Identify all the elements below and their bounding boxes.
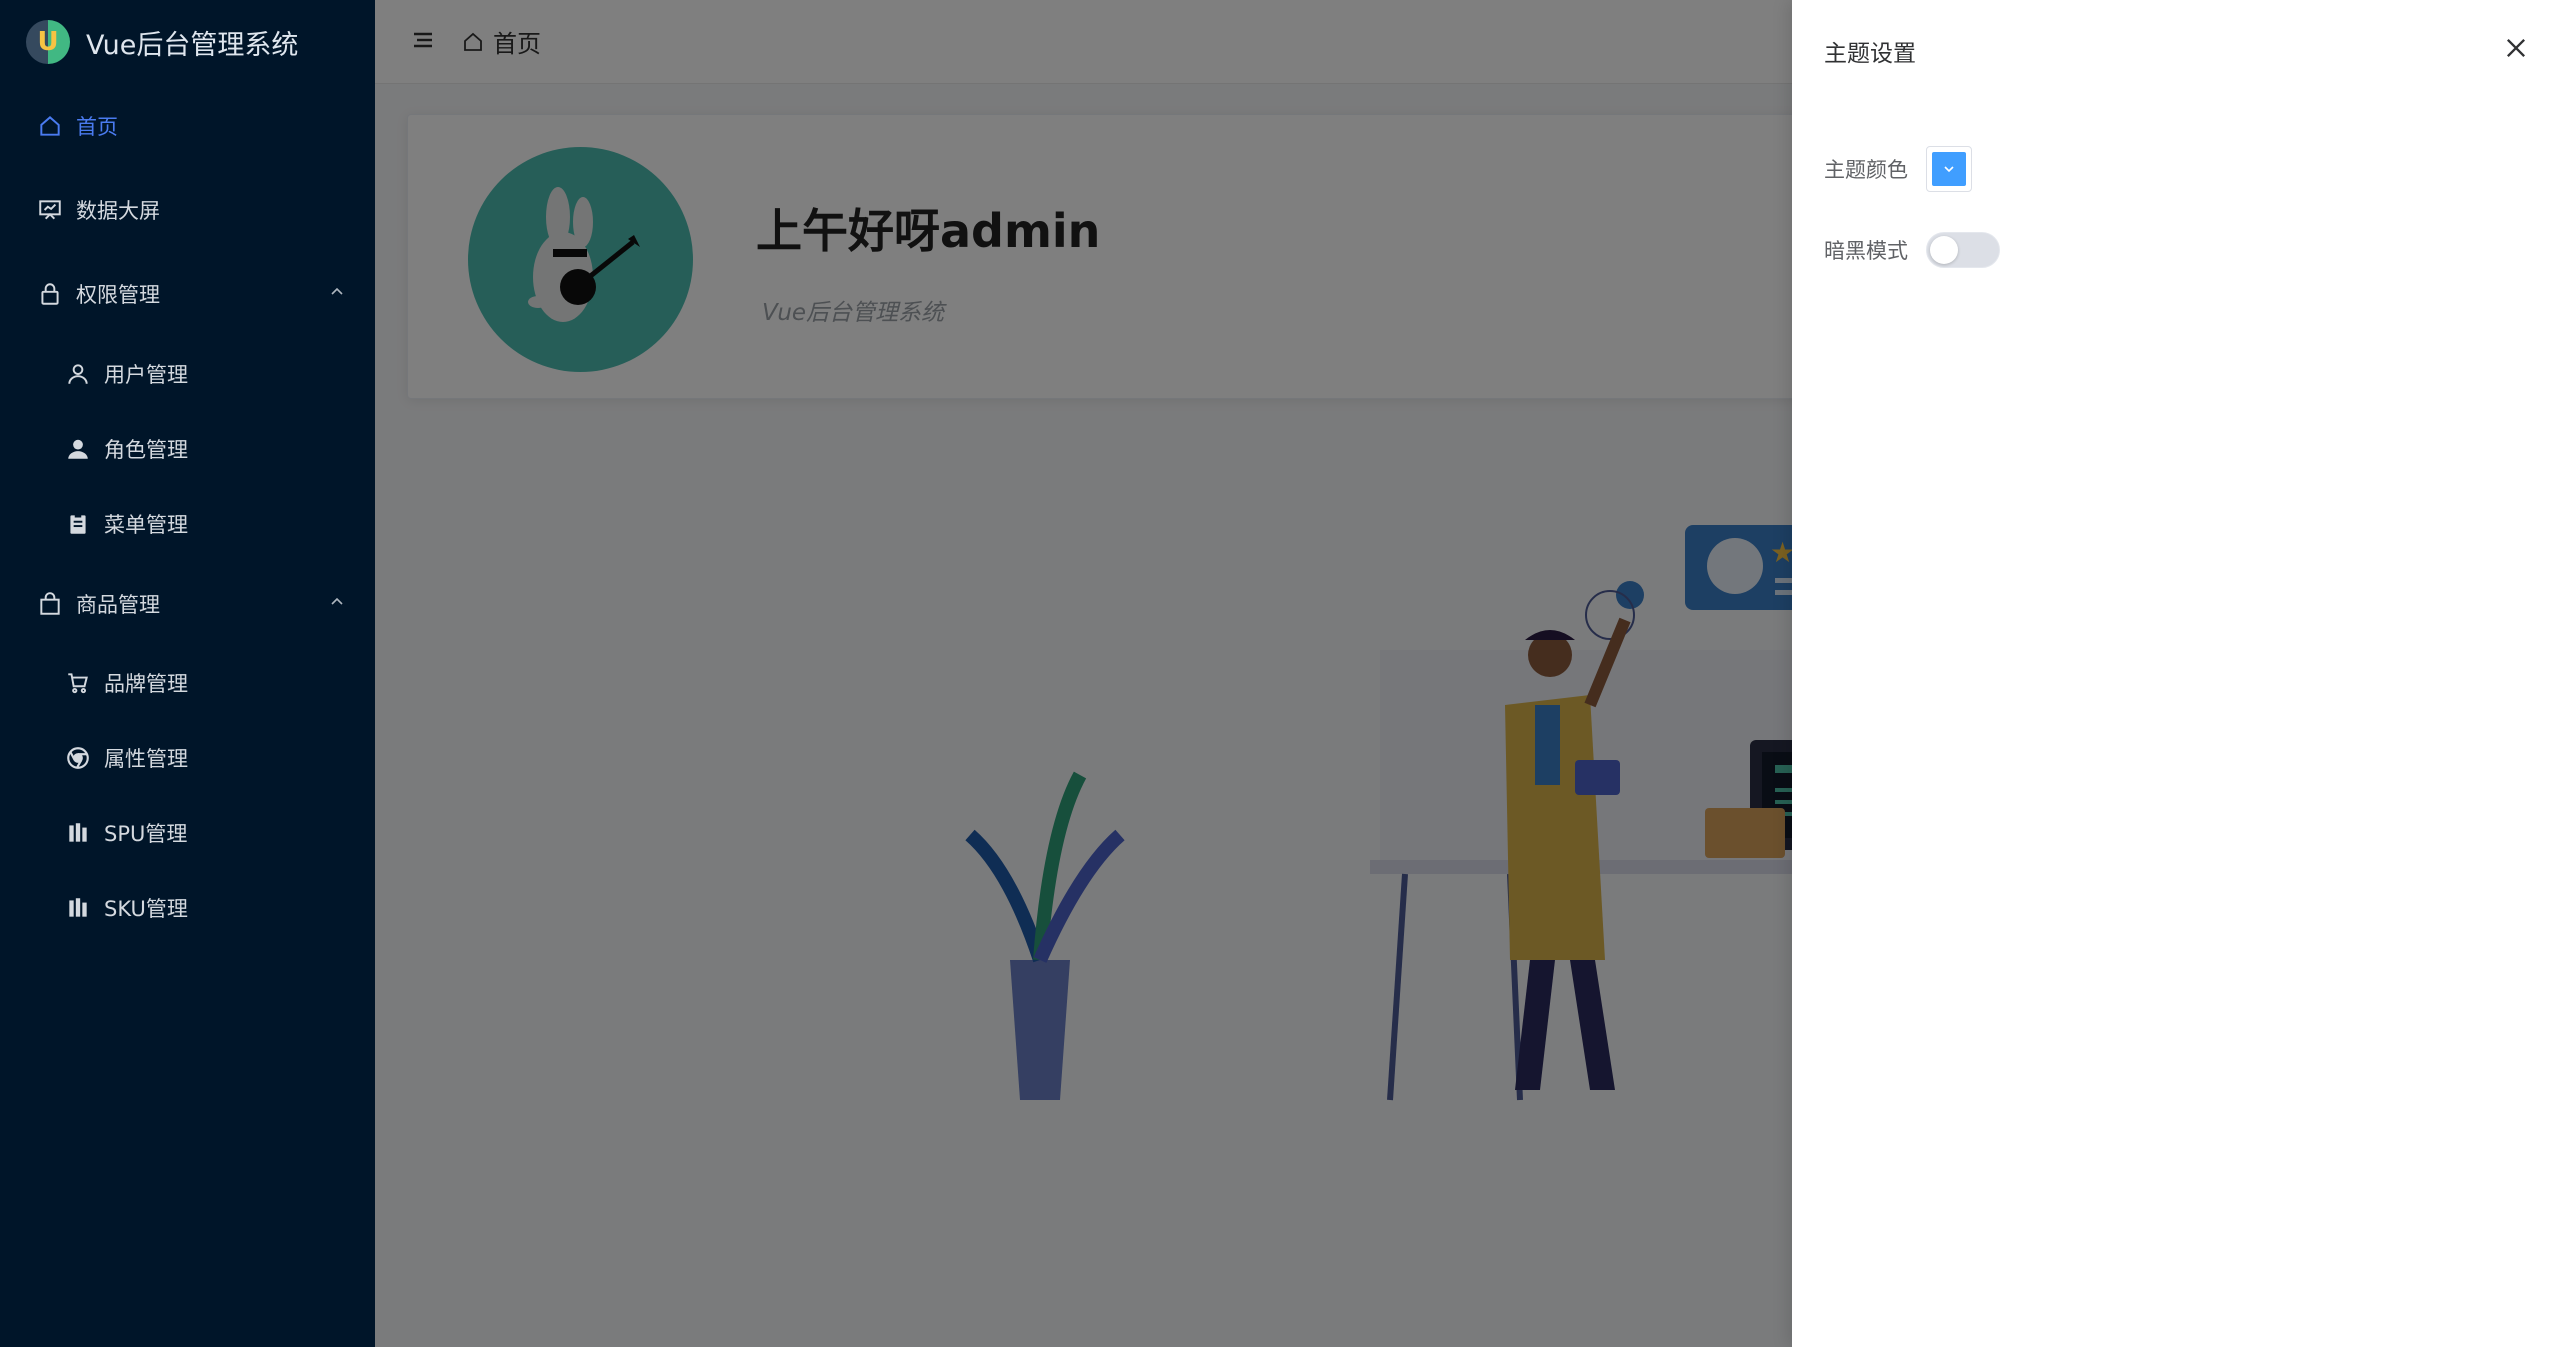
logo[interactable]: U Vue后台管理系统 xyxy=(26,18,298,66)
app-root: U Vue后台管理系统 首页 数据大屏 权限管理 用户管理 角色管理 菜单管理 … xyxy=(0,0,2560,1347)
sidebar-item-data-screen[interactable]: 数据大屏 xyxy=(0,180,375,240)
close-icon[interactable] xyxy=(2502,34,2530,62)
bar-chart-icon xyxy=(64,894,92,922)
dark-mode-label: 暗黑模式 xyxy=(1824,239,1908,263)
sidebar-item-role[interactable]: 角色管理 xyxy=(0,419,375,479)
sidebar-item-menu[interactable]: 菜单管理 xyxy=(0,494,375,554)
sidebar-item-sku[interactable]: SKU管理 xyxy=(0,878,375,938)
theme-color-label: 主题颜色 xyxy=(1824,158,1908,182)
sidebar-item-label: 首页 xyxy=(76,115,118,139)
sidebar-item-user[interactable]: 用户管理 xyxy=(0,344,375,404)
dark-mode-switch[interactable] xyxy=(1926,232,2000,268)
sidebar-item-label: 品牌管理 xyxy=(104,672,188,696)
drawer-title: 主题设置 xyxy=(1824,41,1916,67)
lock-icon xyxy=(36,280,64,308)
chevron-up-icon xyxy=(331,287,343,295)
sidebar-item-label: 角色管理 xyxy=(104,438,188,462)
clipboard-icon xyxy=(64,510,92,538)
sidebar-item-label: 商品管理 xyxy=(76,593,160,617)
sidebar-item-label: 属性管理 xyxy=(104,747,188,771)
role-icon xyxy=(64,435,92,463)
sidebar-item-label: 数据大屏 xyxy=(76,199,160,223)
app-title: Vue后台管理系统 xyxy=(86,29,299,61)
sidebar-item-permission[interactable]: 权限管理 xyxy=(0,264,375,324)
cart-icon xyxy=(64,669,92,697)
sidebar-item-label: SKU管理 xyxy=(104,897,188,921)
bar-chart-icon xyxy=(64,819,92,847)
color-swatch xyxy=(1932,152,1966,186)
sidebar: U Vue后台管理系统 首页 数据大屏 权限管理 用户管理 角色管理 菜单管理 … xyxy=(0,0,375,1347)
user-icon xyxy=(64,360,92,388)
switch-knob xyxy=(1930,236,1958,264)
sidebar-item-attribute[interactable]: 属性管理 xyxy=(0,728,375,788)
sidebar-item-product[interactable]: 商品管理 xyxy=(0,574,375,634)
sidebar-item-spu[interactable]: SPU管理 xyxy=(0,803,375,863)
home-icon xyxy=(36,112,64,140)
chevron-down-icon xyxy=(1944,166,1954,173)
monitor-icon xyxy=(36,196,64,224)
sidebar-item-label: SPU管理 xyxy=(104,822,188,846)
chrome-icon xyxy=(64,744,92,772)
sidebar-item-home[interactable]: 首页 xyxy=(0,96,375,156)
sidebar-item-label: 用户管理 xyxy=(104,363,188,387)
dark-mode-row: 暗黑模式 xyxy=(1824,232,2000,268)
sidebar-item-brand[interactable]: 品牌管理 xyxy=(0,653,375,713)
theme-color-row: 主题颜色 xyxy=(1824,146,1972,192)
sidebar-item-label: 菜单管理 xyxy=(104,513,188,537)
logo-icon: U xyxy=(26,20,70,64)
theme-color-picker[interactable] xyxy=(1926,146,1972,192)
theme-settings-drawer: 主题设置 主题颜色 暗黑模式 xyxy=(1792,0,2560,1347)
chevron-up-icon xyxy=(331,597,343,605)
sidebar-item-label: 权限管理 xyxy=(76,283,160,307)
shopping-bag-icon xyxy=(36,590,64,618)
